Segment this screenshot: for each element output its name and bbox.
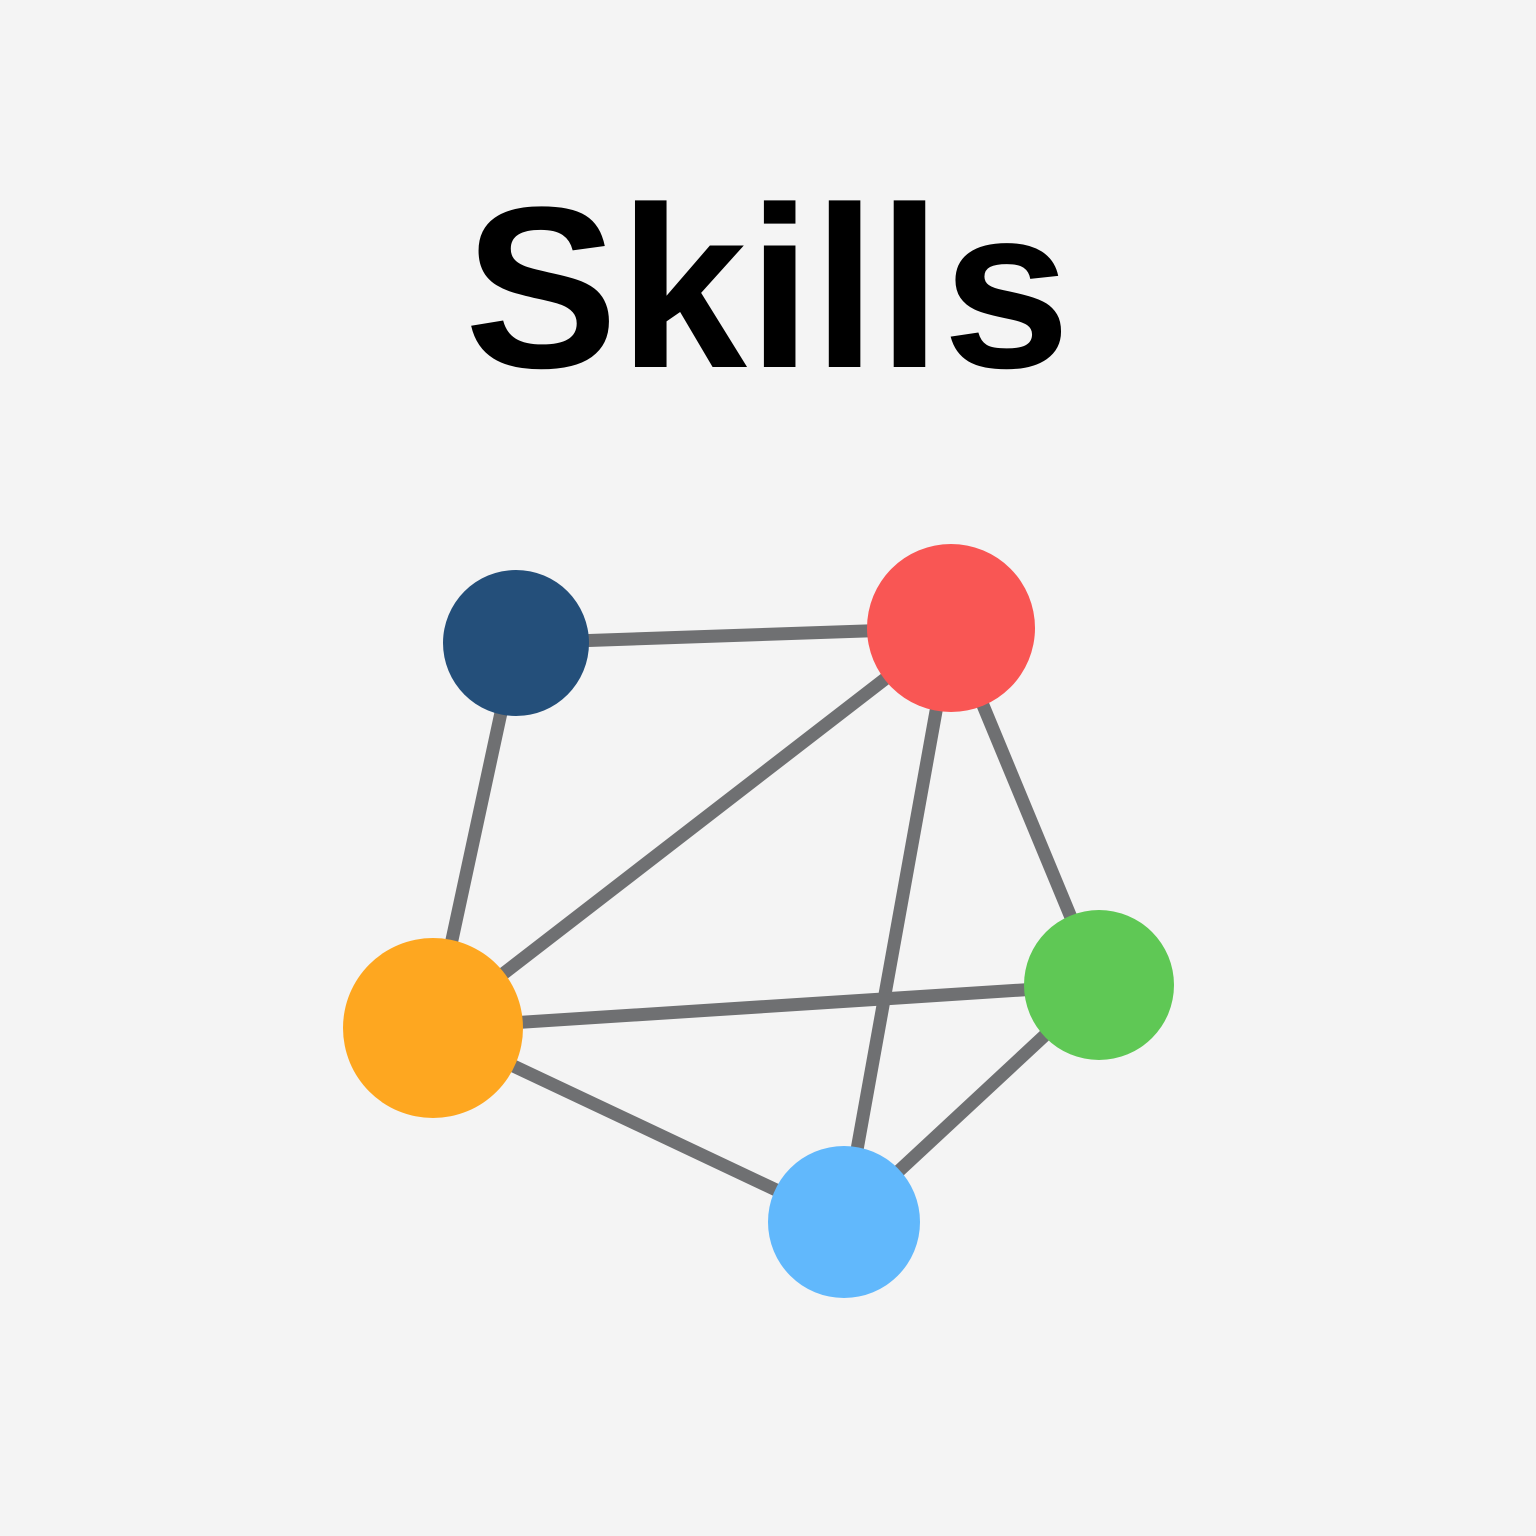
skills-network-diagram <box>343 544 1174 1298</box>
node-navy <box>443 570 589 716</box>
network-edges <box>426 621 1106 1228</box>
node-green <box>1024 910 1174 1060</box>
node-blue <box>768 1146 920 1298</box>
edge-orange-green <box>432 978 1100 1035</box>
skills-graphic: Skills <box>0 0 1536 1536</box>
node-red <box>867 544 1035 712</box>
node-orange <box>343 938 523 1118</box>
